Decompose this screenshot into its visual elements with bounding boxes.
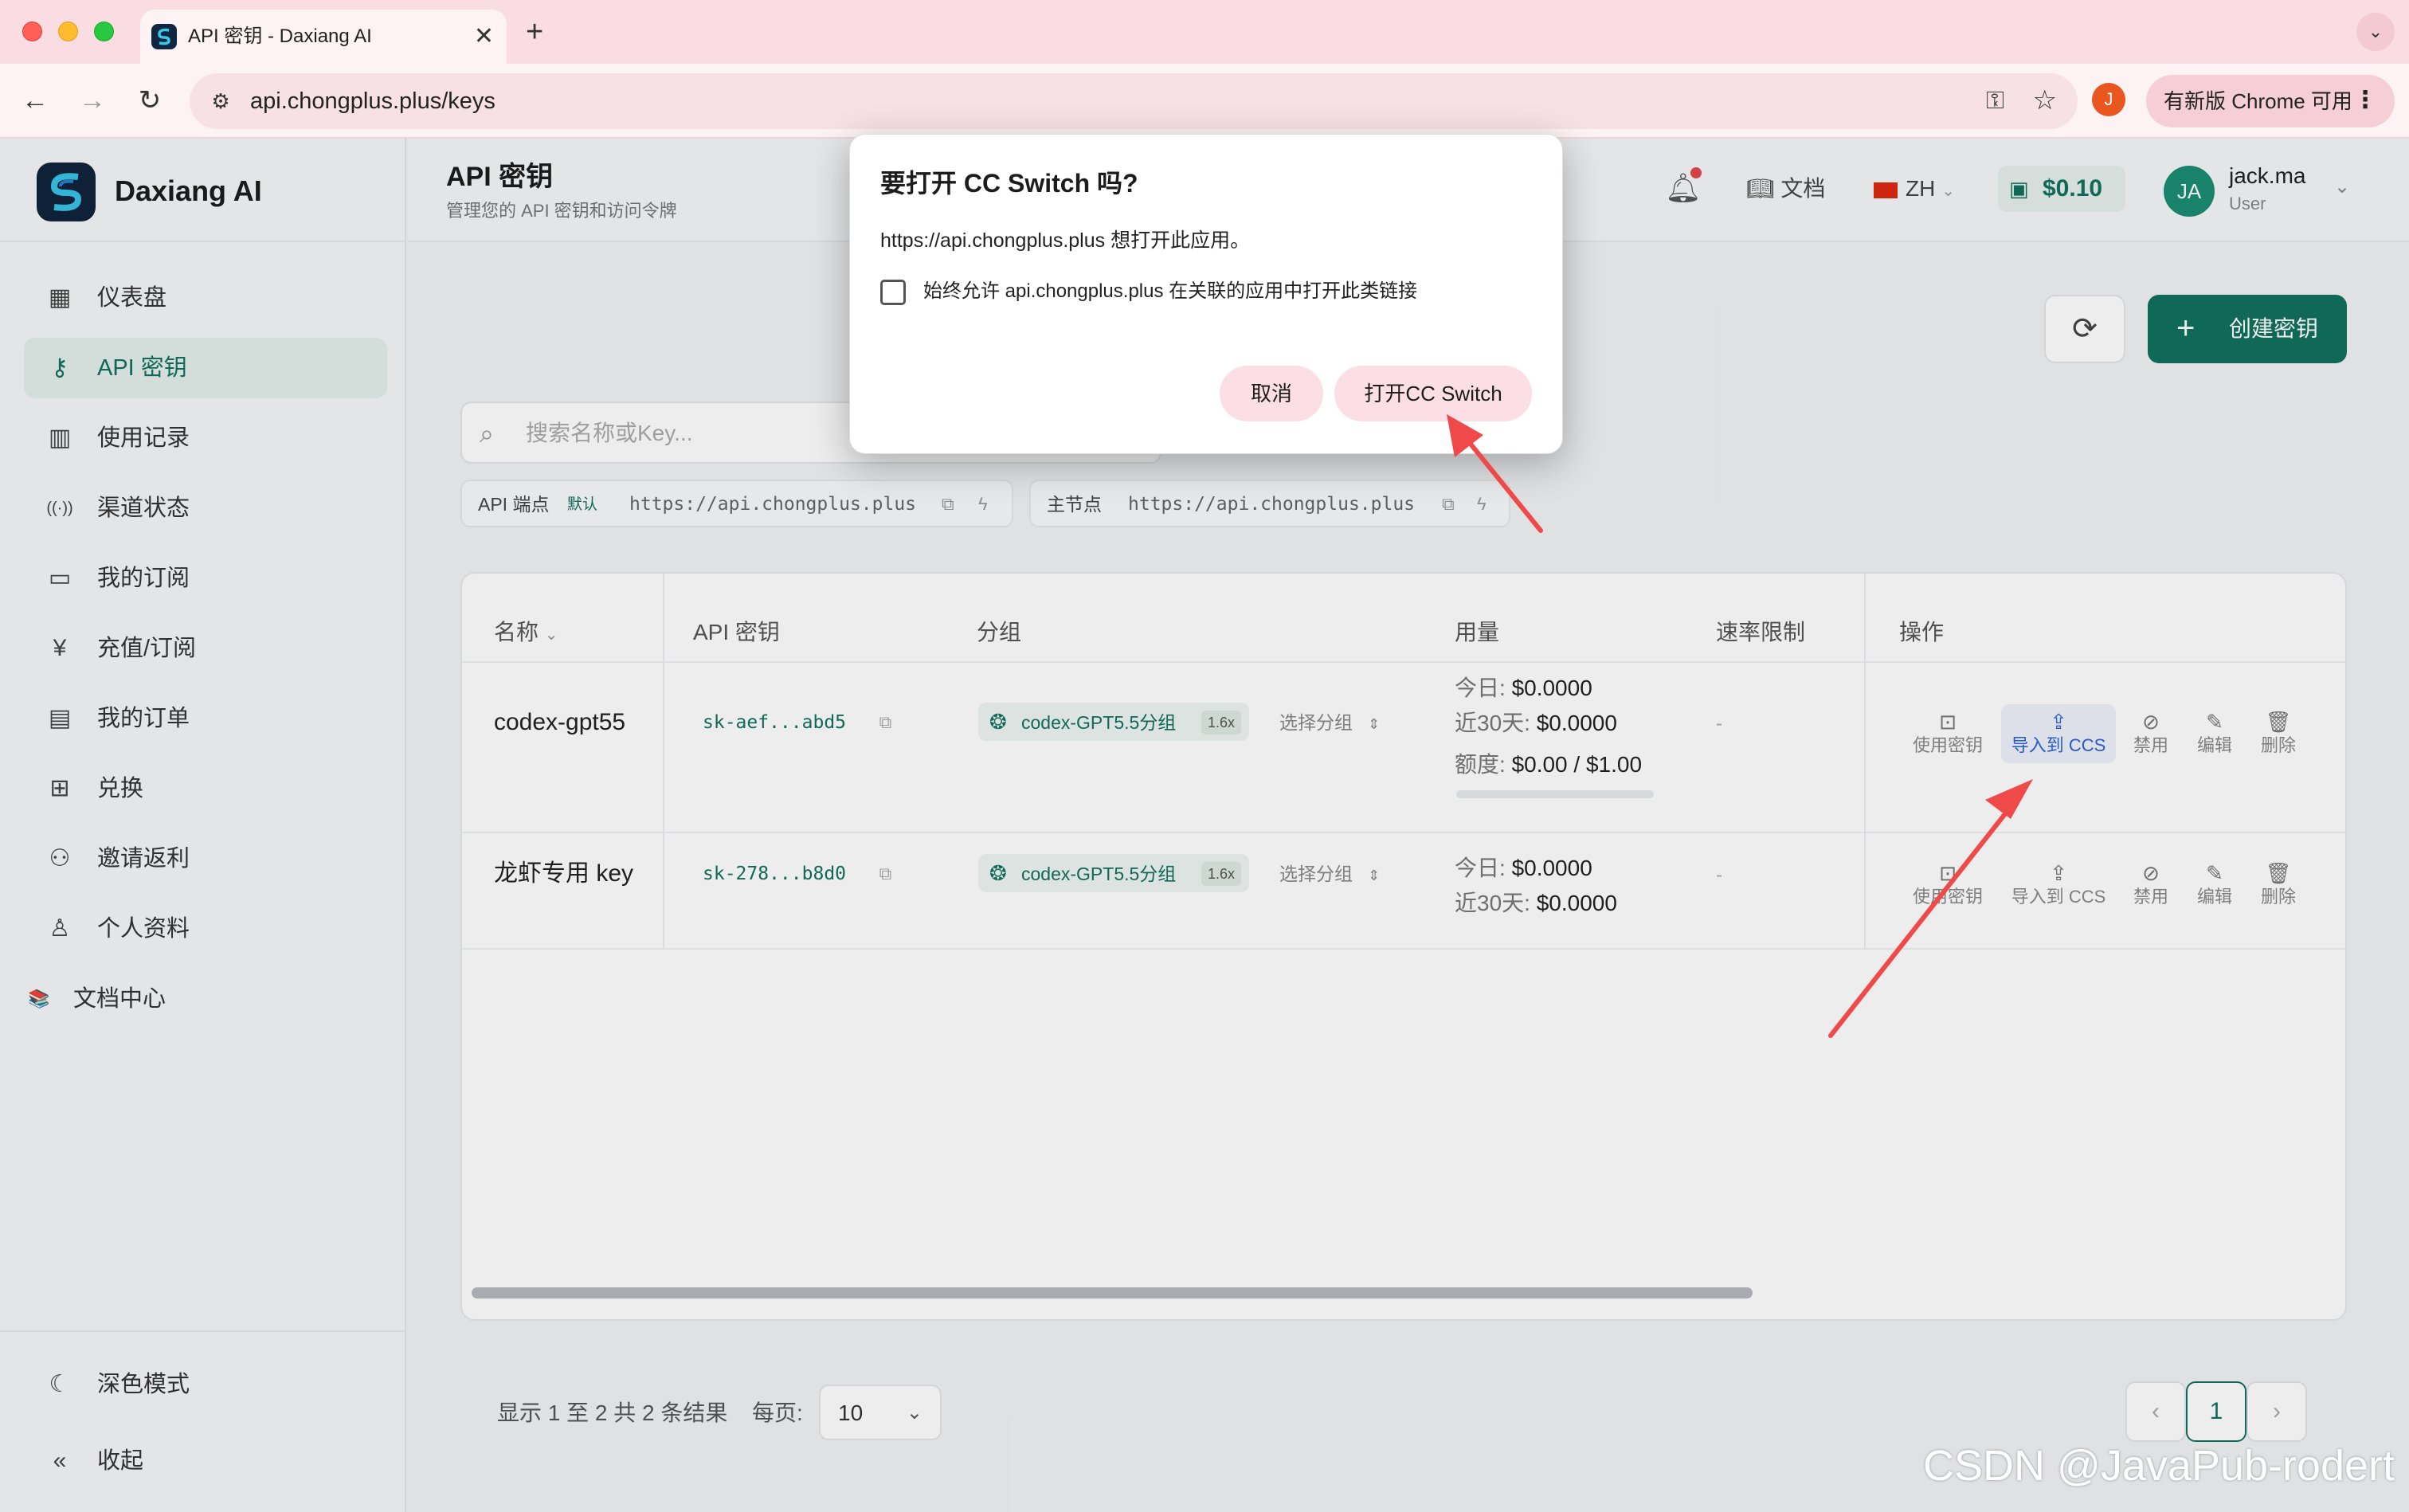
window-minimize-button[interactable] xyxy=(58,22,78,41)
chrome-update-button[interactable]: 有新版 Chrome 可用 ⋮ xyxy=(2146,75,2395,127)
dialog-title: 要打开 CC Switch 吗? xyxy=(880,169,1138,198)
address-url[interactable]: api.chongplus.plus/keys xyxy=(250,86,496,116)
window-close-button[interactable] xyxy=(22,22,42,41)
back-arrow-icon[interactable]: ← xyxy=(16,81,54,119)
always-allow-checkbox[interactable] xyxy=(880,280,906,305)
chrome-update-label: 有新版 Chrome 可用 xyxy=(2164,89,2352,113)
window-zoom-button[interactable] xyxy=(94,22,114,41)
reload-icon[interactable]: ↻ xyxy=(131,81,169,119)
dialog-open-app-button[interactable]: 打开CC Switch xyxy=(1334,366,1532,421)
tab-search-button[interactable]: ⌄ xyxy=(2356,13,2395,51)
dialog-cancel-button[interactable]: 取消 xyxy=(1220,366,1323,421)
tab-close-icon[interactable]: ✕ xyxy=(474,21,494,53)
browser-toolbar: ← → ↻ ⚙ api.chongplus.plus/keys ⚿ ☆ J 有新… xyxy=(0,64,2409,139)
site-settings-icon[interactable]: ⚙ xyxy=(207,88,234,115)
dialog-message: https://api.chongplus.plus 想打开此应用。 xyxy=(880,229,1251,252)
watermark-text: CSDN @JavaPub-rodert xyxy=(1923,1442,2395,1490)
browser-tab-active[interactable]: API 密钥 - Daxiang AI ✕ xyxy=(140,10,507,64)
always-allow-label[interactable]: 始终允许 api.chongplus.plus 在关联的应用中打开此类链接 xyxy=(923,278,1417,305)
browser-tab-bar: API 密钥 - Daxiang AI ✕ + ⌄ xyxy=(0,0,2409,64)
site-favicon-icon xyxy=(151,24,177,49)
forward-arrow-icon[interactable]: → xyxy=(73,81,112,119)
more-menu-icon[interactable]: ⋮ xyxy=(2353,86,2377,115)
new-tab-button[interactable]: + xyxy=(526,14,543,49)
bookmark-star-icon[interactable]: ☆ xyxy=(2033,84,2057,116)
profile-avatar[interactable]: J xyxy=(2092,83,2125,116)
password-key-icon[interactable]: ⚿ xyxy=(1986,86,2004,116)
tab-title: API 密钥 - Daxiang AI xyxy=(188,25,372,47)
open-app-dialog: 要打开 CC Switch 吗? https://api.chongplus.p… xyxy=(849,134,1563,454)
address-bar[interactable]: ⚙ api.chongplus.plus/keys ⚿ ☆ xyxy=(190,73,2078,129)
